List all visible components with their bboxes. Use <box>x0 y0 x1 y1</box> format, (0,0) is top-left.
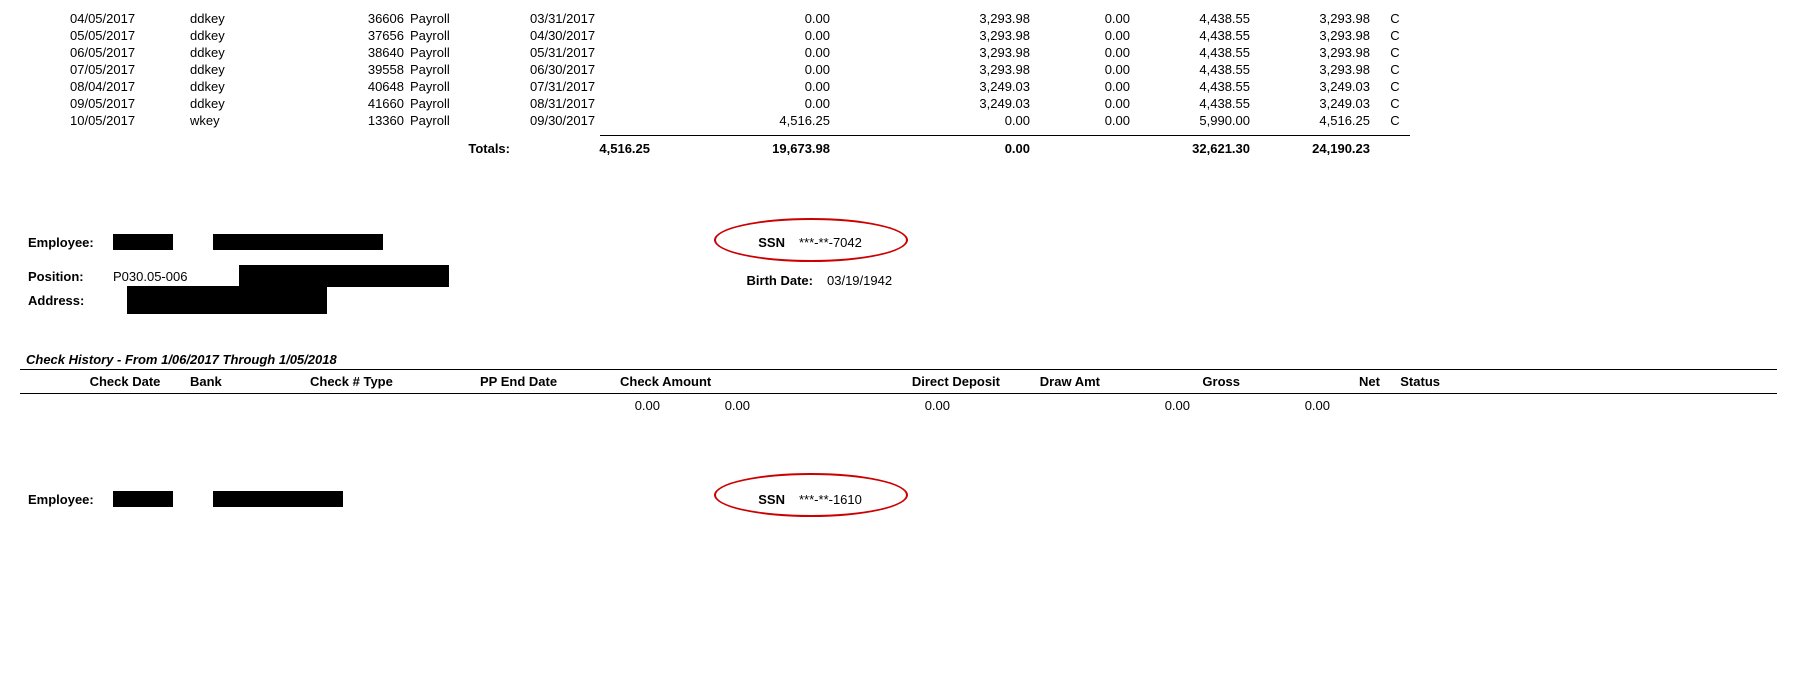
table-row: 08/04/2017 ddkey 40648 Payroll 07/31/201… <box>20 78 1777 95</box>
employee-label: Employee: <box>28 492 113 507</box>
net: 3,293.98 <box>1250 10 1370 27</box>
totals-row: Totals: 4,516.25 19,673.98 0.00 32,621.3… <box>20 138 1777 160</box>
hdr-pp-end: PP End Date <box>480 374 620 389</box>
address-label: Address: <box>28 293 113 308</box>
table-row: 06/05/2017 ddkey 38640 Payroll 05/31/201… <box>20 44 1777 61</box>
employee-label: Employee: <box>28 235 113 250</box>
direct-deposit: 3,293.98 <box>830 10 1030 27</box>
zero-e: 0.00 <box>1190 398 1330 413</box>
zero-d: 0.00 <box>1050 398 1190 413</box>
ssn-value: ***-**-1610 <box>799 492 862 507</box>
totals-draw <box>1030 138 1130 160</box>
redacted-box <box>213 234 383 250</box>
zero-a: 0.00 <box>570 398 660 413</box>
totals-direct-deposit: 0.00 <box>830 138 1030 160</box>
zero-row: 0.00 0.00 0.00 0.00 0.00 <box>20 394 1777 417</box>
ssn-label: SSN <box>735 492 799 507</box>
table-row: 10/05/2017 wkey 13360 Payroll 09/30/2017… <box>20 112 1777 129</box>
table-row: 07/05/2017 ddkey 39558 Payroll 06/30/201… <box>20 61 1777 78</box>
hdr-check-type: Check # Type <box>310 374 480 389</box>
totals-col-b: 19,673.98 <box>730 138 830 160</box>
pp-end-date: 03/31/2017 <box>530 10 650 27</box>
totals-label: Totals: <box>70 138 550 160</box>
table-row: 04/05/2017 ddkey 36606 Payroll 03/31/201… <box>20 10 1777 27</box>
column-header-row: Check Date Bank Check # Type PP End Date… <box>20 370 1777 394</box>
hdr-status: Status <box>1380 374 1440 389</box>
totals-check-amount: 4,516.25 <box>550 138 650 160</box>
totals-gross: 32,621.30 <box>1130 138 1250 160</box>
position-value: P030.05-006 <box>113 269 223 284</box>
table-row: 09/05/2017 ddkey 41660 Payroll 08/31/201… <box>20 95 1777 112</box>
birthdate-value: 03/19/1942 <box>827 273 892 288</box>
redacted-box <box>127 286 327 314</box>
redacted-box <box>113 491 173 507</box>
transaction-list: 04/05/2017 ddkey 36606 Payroll 03/31/201… <box>20 10 1777 129</box>
totals-rule <box>600 135 1410 136</box>
check-date: 04/05/2017 <box>70 10 190 27</box>
hdr-direct-dep: Direct Deposit <box>800 374 1000 389</box>
totals-net: 24,190.23 <box>1250 138 1370 160</box>
zero-b: 0.00 <box>660 398 750 413</box>
gross: 4,438.55 <box>1130 10 1250 27</box>
check-history-title: Check History - From 1/06/2017 Through 1… <box>20 352 1777 367</box>
status: C <box>1370 10 1410 27</box>
employee-block-2: Employee: SSN ***-**-1610 <box>20 487 1777 511</box>
ssn-label: SSN <box>735 235 799 250</box>
hdr-check-amt: Check Amount <box>620 374 800 389</box>
table-row: 05/05/2017 ddkey 37656 Payroll 04/30/201… <box>20 27 1777 44</box>
bank: ddkey <box>190 10 330 27</box>
redacted-box <box>239 265 449 287</box>
hdr-bank: Bank <box>190 374 310 389</box>
position-label: Position: <box>28 269 113 284</box>
redacted-box <box>113 234 173 250</box>
hdr-draw-amt: Draw Amt <box>1000 374 1100 389</box>
employee-block-1: Employee: Position: P030.05-006 Address:… <box>20 230 1777 312</box>
check-number: 36606 <box>330 10 410 27</box>
hdr-gross: Gross <box>1100 374 1240 389</box>
ssn-value: ***-**-7042 <box>799 235 862 250</box>
type: Payroll <box>410 10 530 27</box>
redacted-box <box>213 491 343 507</box>
birthdate-label: Birth Date: <box>735 273 827 288</box>
hdr-net: Net <box>1240 374 1380 389</box>
amount-2: 0.00 <box>730 10 830 27</box>
amount-1 <box>650 10 730 27</box>
hdr-check-date: Check Date <box>60 374 190 389</box>
draw-amt: 0.00 <box>1030 10 1130 27</box>
zero-c: 0.00 <box>750 398 950 413</box>
